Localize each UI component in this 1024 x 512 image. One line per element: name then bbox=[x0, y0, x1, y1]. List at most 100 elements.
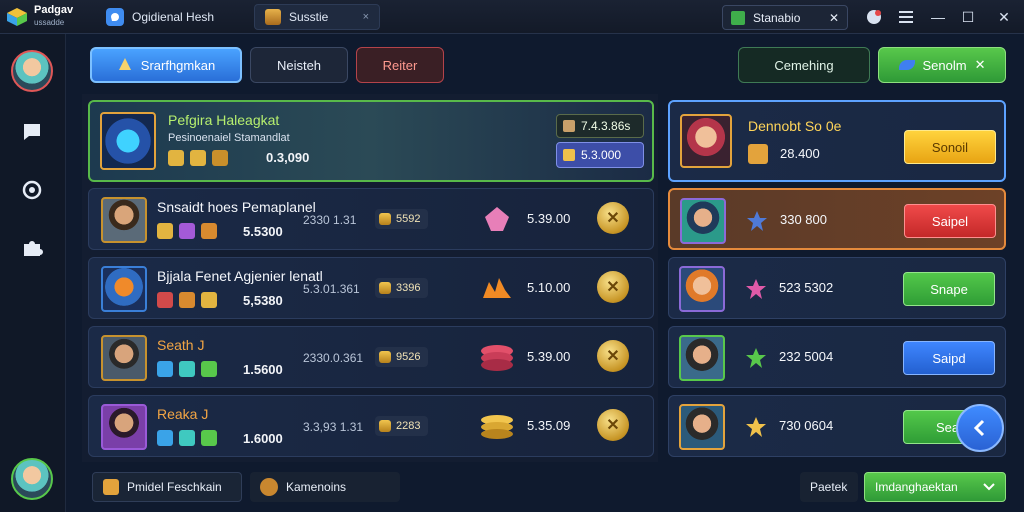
featured-icons bbox=[168, 150, 228, 166]
featured-row[interactable]: Pefgira Haleagkat Pesinoenaiel Stamandla… bbox=[88, 100, 654, 182]
menu-icon[interactable] bbox=[896, 7, 916, 27]
green-button[interactable]: Senolm ✕ bbox=[878, 47, 1006, 83]
dismiss-coin-icon[interactable]: ✕ bbox=[597, 271, 629, 303]
right-featured-card[interactable]: Dennobt So 0e 28.400 Sonoil bbox=[668, 100, 1006, 182]
red-button[interactable]: Reiter bbox=[356, 47, 444, 83]
leaf-icon bbox=[898, 60, 915, 70]
dismiss-coin-icon[interactable]: ✕ bbox=[597, 340, 629, 372]
coin-icon bbox=[563, 149, 575, 161]
list-item[interactable]: Seath J 1.5600 2330.0.361 9526 5.39.00 ✕ bbox=[88, 326, 654, 388]
close-icon[interactable]: ✕ bbox=[975, 57, 986, 73]
hero-portrait bbox=[679, 335, 725, 381]
bottom-button-4-label: Imdanghaektan bbox=[875, 480, 958, 494]
row-price: 5.35.09 bbox=[527, 418, 571, 433]
star-icon bbox=[157, 223, 173, 239]
coin-icon bbox=[379, 213, 391, 225]
game-icon bbox=[731, 10, 745, 25]
game-tab-icon bbox=[265, 9, 281, 25]
row-pill-label: 3396 bbox=[396, 282, 421, 294]
star-icon bbox=[190, 150, 206, 166]
featured-subtitle: Pesinoenaiel Stamandlat bbox=[168, 132, 290, 144]
row-pill: 3396 bbox=[375, 278, 429, 298]
row-time: 5.3.01.361 bbox=[303, 282, 360, 296]
dismiss-coin-icon[interactable]: ✕ bbox=[597, 202, 629, 234]
row-value: 1.5600 bbox=[243, 362, 283, 377]
right-card-button[interactable]: Saipel bbox=[904, 204, 996, 238]
chat-icon[interactable] bbox=[20, 120, 44, 144]
list-item[interactable]: Reaka J 1.6000 3.3,93 1.31 2283 5.35.09 … bbox=[88, 395, 654, 457]
hero-portrait bbox=[680, 114, 732, 168]
tab-close-icon[interactable]: × bbox=[363, 11, 369, 23]
row-icons bbox=[157, 292, 217, 308]
target-icon[interactable] bbox=[20, 178, 44, 202]
right-card-value: 730 0604 bbox=[779, 418, 834, 433]
chevron-down-icon bbox=[983, 483, 995, 491]
row-pill: 2283 bbox=[375, 416, 429, 436]
outline-button[interactable]: Cemehing bbox=[738, 47, 870, 83]
app-tab-icon bbox=[106, 8, 124, 26]
star-icon bbox=[746, 348, 766, 368]
right-card-button[interactable]: Saipd bbox=[903, 341, 995, 375]
tab-main[interactable]: Ogidienal Hesh bbox=[96, 4, 246, 30]
bottom-button-1[interactable]: Pmidel Feschkain bbox=[92, 472, 242, 502]
window-tab-close-icon[interactable]: ✕ bbox=[829, 11, 839, 25]
star-icon bbox=[157, 430, 173, 446]
right-card-button[interactable]: Snape bbox=[903, 272, 995, 306]
star-icon bbox=[201, 292, 217, 308]
featured-emblem-icon bbox=[100, 112, 156, 170]
notification-icon[interactable] bbox=[864, 7, 884, 27]
row-pill: 9526 bbox=[375, 347, 429, 367]
tab-secondary[interactable]: Susstie × bbox=[254, 4, 380, 30]
app-name: Padgav bbox=[34, 4, 74, 16]
close-window-icon[interactable]: ✕ bbox=[994, 7, 1014, 27]
gem-icon bbox=[179, 223, 195, 239]
gem-icon bbox=[179, 361, 195, 377]
hero-portrait bbox=[101, 335, 147, 381]
coin-icon bbox=[379, 420, 391, 432]
shield-icon bbox=[157, 292, 173, 308]
puzzle-icon[interactable] bbox=[20, 236, 44, 260]
row-title: Reaka J bbox=[157, 406, 209, 422]
gem-icon bbox=[179, 430, 195, 446]
user-avatar[interactable] bbox=[11, 458, 53, 500]
row-icons bbox=[157, 223, 217, 239]
hero-portrait bbox=[680, 198, 726, 244]
bottom-dropdown-button[interactable]: Imdanghaektan bbox=[864, 472, 1006, 502]
shield-icon bbox=[212, 150, 228, 166]
right-card[interactable]: 232 5004 Saipd bbox=[668, 326, 1006, 388]
star-icon bbox=[746, 279, 766, 299]
right-card[interactable]: 330 800 Saipel bbox=[668, 188, 1006, 250]
tab-label: Susstie bbox=[289, 10, 329, 24]
list-item[interactable]: Snsaidt hoes Pemaplanel 5.5300 2330 1.31… bbox=[88, 188, 654, 250]
list-item[interactable]: Bjjala Fenet Agjenier lenatl 5,5380 5.3.… bbox=[88, 257, 654, 319]
row-pill-label: 9526 bbox=[396, 351, 421, 363]
back-fab-button[interactable] bbox=[956, 404, 1004, 452]
row-title: Seath J bbox=[157, 337, 205, 353]
right-featured-button[interactable]: Sonoil bbox=[904, 130, 996, 164]
row-title: Snsaidt hoes Pemaplanel bbox=[157, 199, 316, 215]
star-icon bbox=[201, 361, 217, 377]
star-icon bbox=[201, 430, 217, 446]
app-logo-icon bbox=[7, 8, 27, 26]
bottom-button-2[interactable]: Kamenoins bbox=[250, 472, 400, 502]
avatar[interactable] bbox=[11, 50, 53, 92]
dismiss-coin-icon[interactable]: ✕ bbox=[597, 409, 629, 441]
emblem-icon bbox=[260, 478, 278, 496]
row-time: 2330 1.31 bbox=[303, 213, 357, 227]
right-featured-title: Dennobt So 0e bbox=[748, 118, 842, 134]
maximize-icon[interactable]: ☐ bbox=[958, 7, 978, 27]
search-button[interactable]: Srarfhgmkan bbox=[90, 47, 242, 83]
minimize-icon[interactable]: — bbox=[928, 7, 948, 27]
window-tab[interactable]: Stanabio ✕ bbox=[722, 5, 848, 30]
bell-icon bbox=[118, 58, 131, 70]
right-card[interactable]: 523 5302 Snape bbox=[668, 257, 1006, 319]
row-pill: 5592 bbox=[375, 209, 429, 229]
featured-badge-b: 5.3.000 bbox=[556, 142, 644, 168]
gold-coins-icon bbox=[481, 415, 513, 439]
neutral-button[interactable]: Neisteh bbox=[250, 47, 348, 83]
row-value: 5.5300 bbox=[243, 224, 283, 239]
star-icon bbox=[157, 361, 173, 377]
featured-badge-b-label: 5.3.000 bbox=[581, 148, 622, 162]
bottom-button-3[interactable]: Paetek bbox=[800, 472, 858, 502]
right-featured-value: 28.400 bbox=[780, 146, 820, 161]
